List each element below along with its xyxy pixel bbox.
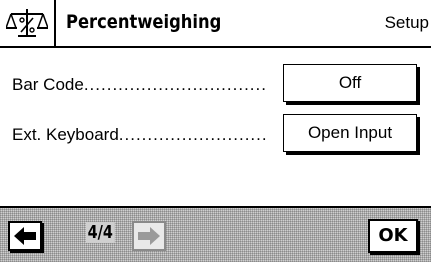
- setting-label-ext-keyboard: Ext. Keyboard..........................: [12, 125, 274, 145]
- ext-keyboard-value-button[interactable]: Open Input: [283, 114, 417, 152]
- setting-label-text: Ext. Keyboard: [12, 125, 119, 144]
- footer-bar: [0, 206, 431, 262]
- page-indicator: 4/4: [86, 222, 115, 243]
- setup-screen: Percentweighing Setup Bar Code..........…: [0, 0, 431, 262]
- setting-label-text: Bar Code: [12, 75, 84, 94]
- bar-code-value-button[interactable]: Off: [283, 64, 417, 102]
- setting-label-bar-code: Bar Code................................: [12, 75, 274, 95]
- header-bar: Percentweighing Setup: [0, 0, 431, 48]
- next-page-button[interactable]: [132, 221, 166, 251]
- ok-button[interactable]: OK: [368, 219, 418, 253]
- arrow-left-icon: [14, 227, 36, 245]
- previous-page-button[interactable]: [8, 221, 42, 251]
- dot-leader: ..........................: [118, 125, 268, 144]
- page-title: Percentweighing: [66, 11, 222, 33]
- percent-weighing-scale-icon: [0, 0, 56, 46]
- arrow-right-icon: [138, 227, 160, 245]
- view-label: Setup: [384, 13, 429, 32]
- dot-leader: ................................: [83, 75, 267, 94]
